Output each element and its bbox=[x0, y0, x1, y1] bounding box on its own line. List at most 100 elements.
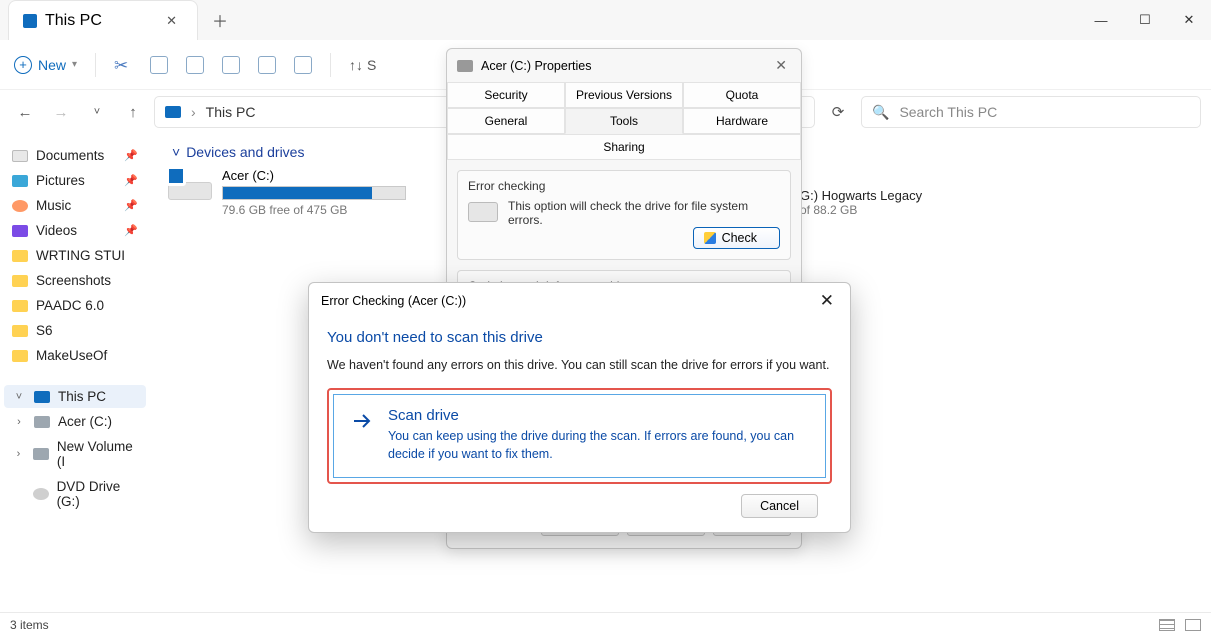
hdd-icon bbox=[468, 202, 498, 222]
window-controls: — ☐ ✕ bbox=[1079, 0, 1211, 40]
folder-icon bbox=[12, 350, 28, 362]
window-tab[interactable]: This PC ✕ bbox=[8, 0, 198, 40]
arrow-right-icon bbox=[350, 409, 374, 433]
search-placeholder: Search This PC bbox=[899, 104, 997, 120]
tab-sharing[interactable]: Sharing bbox=[447, 134, 801, 160]
sidebar-item-s6[interactable]: S6 bbox=[4, 319, 146, 342]
tab-title: This PC bbox=[45, 12, 102, 30]
group-desc: This option will check the drive for fil… bbox=[508, 199, 780, 227]
sort-button[interactable]: ↑↓ S bbox=[349, 57, 376, 73]
sidebar-item-videos[interactable]: Videos📌 bbox=[4, 219, 146, 242]
sidebar-item-thispc[interactable]: ˅This PC bbox=[4, 385, 146, 408]
details-view-icon[interactable] bbox=[1159, 619, 1175, 631]
share-icon[interactable] bbox=[258, 56, 276, 74]
new-tab-button[interactable]: ＋ bbox=[206, 8, 234, 32]
drive-icon bbox=[33, 448, 49, 460]
drive-name: Acer (C:) bbox=[222, 168, 406, 183]
close-tab-icon[interactable]: ✕ bbox=[160, 11, 183, 31]
address-text: This PC bbox=[206, 104, 256, 120]
music-icon bbox=[12, 200, 28, 212]
sidebar-item-makeuseof[interactable]: MakeUseOf bbox=[4, 344, 146, 367]
scan-title: Scan drive bbox=[388, 407, 809, 424]
error-checking-dialog: Error Checking (Acer (C:)) ✕ You don't n… bbox=[308, 282, 851, 533]
check-button[interactable]: Check bbox=[693, 227, 780, 249]
sidebar-item-dvd[interactable]: DVD Drive (G:) bbox=[4, 475, 146, 513]
forward-button[interactable]: → bbox=[46, 104, 76, 121]
back-button[interactable]: ← bbox=[10, 104, 40, 121]
new-label: New bbox=[38, 57, 66, 73]
divider bbox=[330, 53, 331, 77]
tab-strip: Security Previous Versions Quota General… bbox=[447, 82, 801, 160]
recent-button[interactable]: ˅ bbox=[82, 106, 112, 118]
new-button[interactable]: + New ▾ bbox=[14, 56, 77, 74]
close-icon[interactable]: ✕ bbox=[816, 291, 838, 311]
maximize-button[interactable]: ☐ bbox=[1123, 0, 1167, 40]
refresh-button[interactable]: ⟳ bbox=[821, 103, 855, 121]
tab-previous-versions[interactable]: Previous Versions bbox=[565, 82, 683, 108]
sidebar-item-wrting[interactable]: WRTING STUI bbox=[4, 244, 146, 267]
scan-desc: You can keep using the drive during the … bbox=[388, 428, 809, 463]
sidebar-item-drive-c[interactable]: ›Acer (C:) bbox=[4, 410, 146, 433]
tab-tools[interactable]: Tools bbox=[565, 108, 683, 134]
dialog-title: Acer (C:) Properties bbox=[481, 59, 591, 73]
folder-icon bbox=[12, 250, 28, 262]
drive-icon bbox=[168, 168, 212, 200]
sidebar-item-drive-i[interactable]: ›New Volume (I bbox=[4, 435, 146, 473]
up-button[interactable]: ↑ bbox=[118, 104, 148, 121]
this-pc-icon bbox=[23, 14, 37, 28]
chevron-down-icon: ▾ bbox=[72, 59, 77, 70]
close-window-button[interactable]: ✕ bbox=[1167, 0, 1211, 40]
error-checking-group: Error checking This option will check th… bbox=[457, 170, 791, 260]
status-bar: 3 items bbox=[0, 612, 1211, 636]
cancel-button[interactable]: Cancel bbox=[741, 494, 818, 518]
documents-icon bbox=[12, 150, 28, 162]
this-pc-icon bbox=[165, 106, 181, 118]
folder-icon bbox=[12, 275, 28, 287]
chevron-down-icon: ˅ bbox=[172, 144, 180, 160]
tab-general[interactable]: General bbox=[447, 108, 565, 134]
status-text: 3 items bbox=[10, 618, 49, 632]
folder-icon bbox=[12, 325, 28, 337]
chevron-down-icon: ˅ bbox=[12, 391, 26, 403]
paste-icon[interactable] bbox=[186, 56, 204, 74]
drive-name: G:) Hogwarts Legacy bbox=[800, 188, 922, 203]
scan-option-highlight: Scan drive You can keep using the drive … bbox=[327, 388, 832, 484]
tab-hardware[interactable]: Hardware bbox=[683, 108, 801, 134]
plus-icon: + bbox=[14, 56, 32, 74]
drive-card-g[interactable]: G:) Hogwarts Legacy of 88.2 GB bbox=[800, 188, 922, 217]
drive-meta: of 88.2 GB bbox=[800, 203, 922, 217]
dialog-subtext: We haven't found any errors on this driv… bbox=[327, 358, 832, 372]
videos-icon bbox=[12, 225, 28, 237]
copy-icon[interactable] bbox=[150, 56, 168, 74]
sidebar-item-pictures[interactable]: Pictures📌 bbox=[4, 169, 146, 192]
close-icon[interactable]: ✕ bbox=[771, 57, 791, 74]
disc-icon bbox=[33, 488, 49, 500]
tab-security[interactable]: Security bbox=[447, 82, 565, 108]
usage-bar bbox=[222, 186, 406, 200]
dialog-title: Error Checking (Acer (C:)) bbox=[321, 294, 466, 308]
sidebar: Documents📌 Pictures📌 Music📌 Videos📌 WRTI… bbox=[0, 134, 150, 624]
sidebar-item-paadc[interactable]: PAADC 6.0 bbox=[4, 294, 146, 317]
chevron-right-icon: › bbox=[12, 416, 26, 428]
minimize-button[interactable]: — bbox=[1079, 0, 1123, 40]
scan-drive-option[interactable]: Scan drive You can keep using the drive … bbox=[333, 394, 826, 478]
drive-icon bbox=[457, 60, 473, 72]
rename-icon[interactable] bbox=[222, 56, 240, 74]
sidebar-item-documents[interactable]: Documents📌 bbox=[4, 144, 146, 167]
cut-icon[interactable]: ✂ bbox=[114, 56, 132, 74]
group-label: Devices and drives bbox=[186, 144, 304, 160]
this-pc-icon bbox=[34, 391, 50, 403]
sidebar-item-screenshots[interactable]: Screenshots bbox=[4, 269, 146, 292]
drive-icon bbox=[34, 416, 50, 428]
dialog-heading: You don't need to scan this drive bbox=[327, 329, 832, 346]
large-icons-view-icon[interactable] bbox=[1185, 619, 1201, 631]
delete-icon[interactable] bbox=[294, 56, 312, 74]
titlebar: This PC ✕ ＋ — ☐ ✕ bbox=[0, 0, 1211, 40]
pictures-icon bbox=[12, 175, 28, 187]
sidebar-item-music[interactable]: Music📌 bbox=[4, 194, 146, 217]
tab-quota[interactable]: Quota bbox=[683, 82, 801, 108]
search-box[interactable]: 🔍 Search This PC bbox=[861, 96, 1201, 128]
drive-card-c[interactable]: Acer (C:) 79.6 GB free of 475 GB bbox=[168, 168, 428, 217]
chevron-right-icon: › bbox=[191, 104, 196, 120]
folder-icon bbox=[12, 300, 28, 312]
